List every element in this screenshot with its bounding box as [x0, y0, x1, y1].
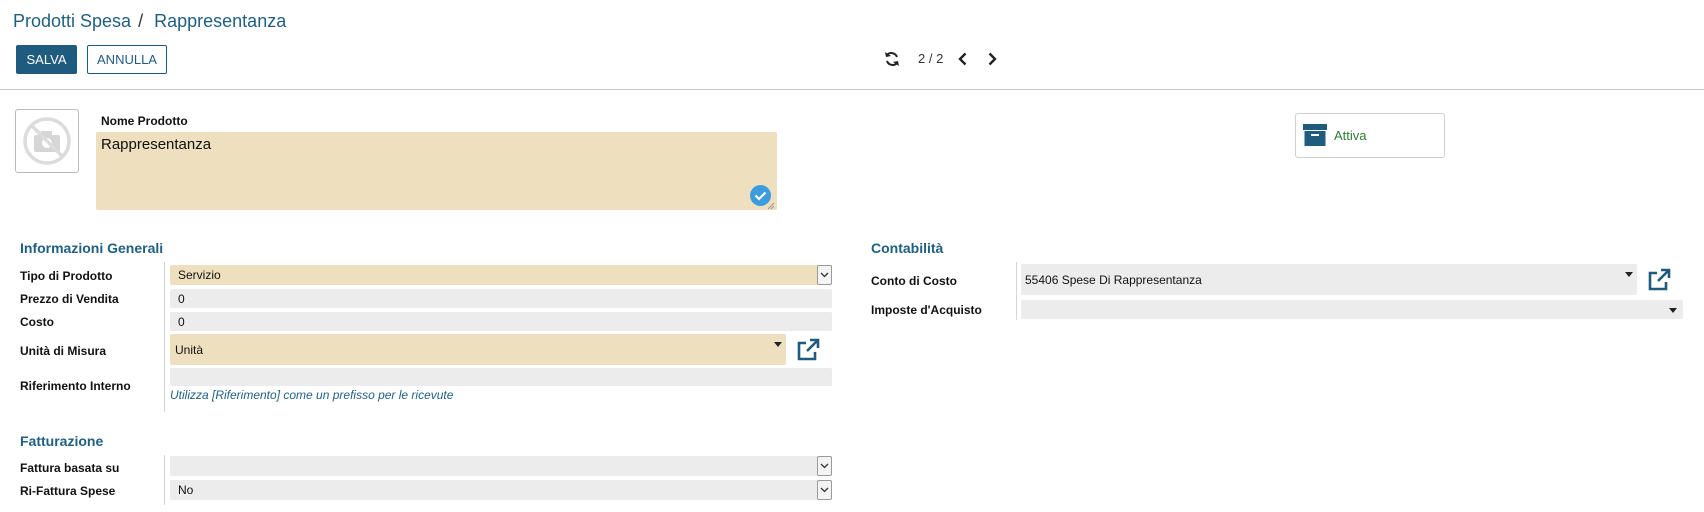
- caret-down-icon[interactable]: [1669, 308, 1677, 313]
- product-name-label: Nome Prodotto: [101, 114, 188, 128]
- cancel-button[interactable]: ANNULLA: [87, 45, 167, 74]
- reinvoice-select[interactable]: No: [170, 480, 832, 500]
- header-divider: [0, 89, 1704, 90]
- cost-input[interactable]: 0: [170, 312, 832, 331]
- invoicing-section-title: Fatturazione: [20, 433, 104, 449]
- breadcrumb-separator: /: [138, 11, 144, 31]
- resize-handle-icon[interactable]: [767, 202, 775, 210]
- chevron-down-icon[interactable]: [817, 480, 832, 500]
- product-image[interactable]: [15, 109, 79, 173]
- external-link-icon[interactable]: [796, 338, 820, 362]
- cost-account-label: Conto di Costo: [871, 274, 957, 288]
- purchase-taxes-label: Imposte d'Acquisto: [871, 303, 982, 317]
- caret-down-icon[interactable]: [774, 342, 782, 347]
- sale-price-label: Prezzo di Vendita: [20, 292, 119, 306]
- cost-account-value: 55406 Spese Di Rappresentanza: [1025, 272, 1202, 287]
- product-name-input[interactable]: Rappresentanza: [96, 132, 777, 210]
- accounting-section-title: Contabilità: [871, 240, 944, 256]
- sale-price-input[interactable]: 0: [170, 289, 832, 308]
- archive-icon: [1303, 124, 1327, 146]
- invoice-based-select[interactable]: [170, 456, 832, 476]
- general-section-title: Informazioni Generali: [20, 240, 164, 256]
- breadcrumb-current: Rappresentanza: [154, 11, 287, 31]
- pager-value[interactable]: 2 / 2: [918, 51, 943, 66]
- chevron-down-icon[interactable]: [817, 265, 832, 285]
- reinvoice-value: No: [178, 483, 194, 497]
- uom-label: Unità di Misura: [20, 344, 107, 358]
- active-toggle-label: Attiva: [1334, 128, 1367, 143]
- chevron-down-icon[interactable]: [817, 456, 832, 476]
- internal-ref-hint: Utilizza [Riferimento] come un prefisso …: [170, 388, 454, 402]
- uom-select[interactable]: Unità: [170, 334, 786, 365]
- general-divider: [164, 262, 165, 412]
- external-link-icon[interactable]: [1647, 268, 1671, 292]
- chevron-right-icon[interactable]: [983, 50, 1001, 68]
- breadcrumb: Prodotti Spesa / Rappresentanza: [13, 11, 286, 32]
- cost-label: Costo: [20, 315, 54, 329]
- cost-account-select[interactable]: 55406 Spese Di Rappresentanza: [1021, 264, 1637, 295]
- caret-down-icon[interactable]: [1625, 272, 1633, 277]
- uom-value: Unità: [175, 342, 204, 357]
- breadcrumb-parent-link[interactable]: Prodotti Spesa: [13, 11, 131, 31]
- no-camera-icon: [23, 117, 71, 165]
- purchase-taxes-select[interactable]: [1021, 300, 1683, 319]
- product-type-select[interactable]: Servizio: [170, 265, 832, 285]
- save-button[interactable]: SALVA: [16, 45, 77, 74]
- invoice-based-label: Fattura basata su: [20, 461, 120, 475]
- internal-ref-input[interactable]: [170, 368, 832, 386]
- reinvoice-label: Ri-Fattura Spese: [20, 484, 116, 498]
- invoicing-divider: [164, 455, 165, 505]
- accounting-divider: [1016, 262, 1017, 320]
- refresh-icon[interactable]: [883, 50, 901, 68]
- internal-ref-label: Riferimento Interno: [20, 379, 131, 393]
- product-type-value: Servizio: [178, 268, 221, 282]
- chevron-left-icon[interactable]: [954, 50, 972, 68]
- product-type-label: Tipo di Prodotto: [20, 269, 113, 283]
